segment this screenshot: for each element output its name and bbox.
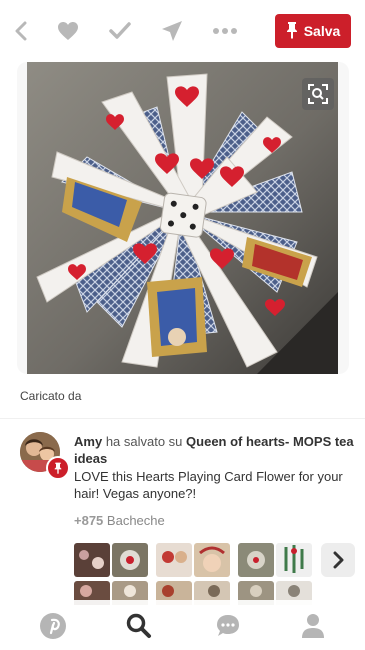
pushpin-icon	[286, 21, 298, 42]
board-thumbnails	[74, 543, 314, 605]
saved-verb: ha salvato su	[105, 434, 183, 449]
top-toolbar: Salva	[0, 0, 365, 62]
boards-count[interactable]: +875 Bacheche	[74, 513, 165, 528]
pin-description: LOVE this Hearts Playing Card Flower for…	[74, 469, 343, 501]
divider	[0, 418, 365, 419]
back-arrow-icon[interactable]	[9, 19, 33, 43]
board-thumbnail[interactable]	[238, 543, 274, 577]
chevron-right-icon[interactable]	[321, 543, 355, 577]
profile-icon[interactable]	[299, 612, 327, 640]
send-icon[interactable]	[160, 19, 184, 43]
save-button[interactable]: Salva	[275, 14, 351, 48]
pinterest-logo-icon[interactable]	[39, 612, 67, 640]
pin-image[interactable]	[27, 62, 338, 374]
pushpin-badge-icon	[46, 456, 70, 480]
board-thumbnail[interactable]	[276, 543, 312, 577]
boards-count-number: +875	[74, 513, 104, 528]
checkmark-icon[interactable]	[108, 19, 132, 43]
search-icon[interactable]	[125, 612, 153, 640]
board-thumbnail[interactable]	[74, 543, 110, 577]
board-thumbnail[interactable]	[156, 543, 192, 577]
user-avatar[interactable]	[20, 432, 70, 480]
bottom-nav	[0, 600, 365, 650]
chat-icon[interactable]	[214, 612, 242, 640]
heart-icon[interactable]	[56, 19, 80, 43]
more-dots-icon[interactable]	[212, 19, 238, 43]
board-thumbnail[interactable]	[112, 543, 148, 577]
user-name-link[interactable]: Amy	[74, 434, 102, 449]
uploaded-by-label: Caricato da	[20, 389, 82, 403]
board-thumbnail[interactable]	[194, 543, 230, 577]
pin-card[interactable]	[17, 62, 349, 374]
save-button-label: Salva	[303, 23, 341, 39]
saved-by-line: Amy ha salvato su Queen of hearts- MOPS …	[74, 433, 354, 467]
visual-search-icon[interactable]	[302, 78, 334, 110]
boards-count-label: Bacheche	[106, 513, 165, 528]
